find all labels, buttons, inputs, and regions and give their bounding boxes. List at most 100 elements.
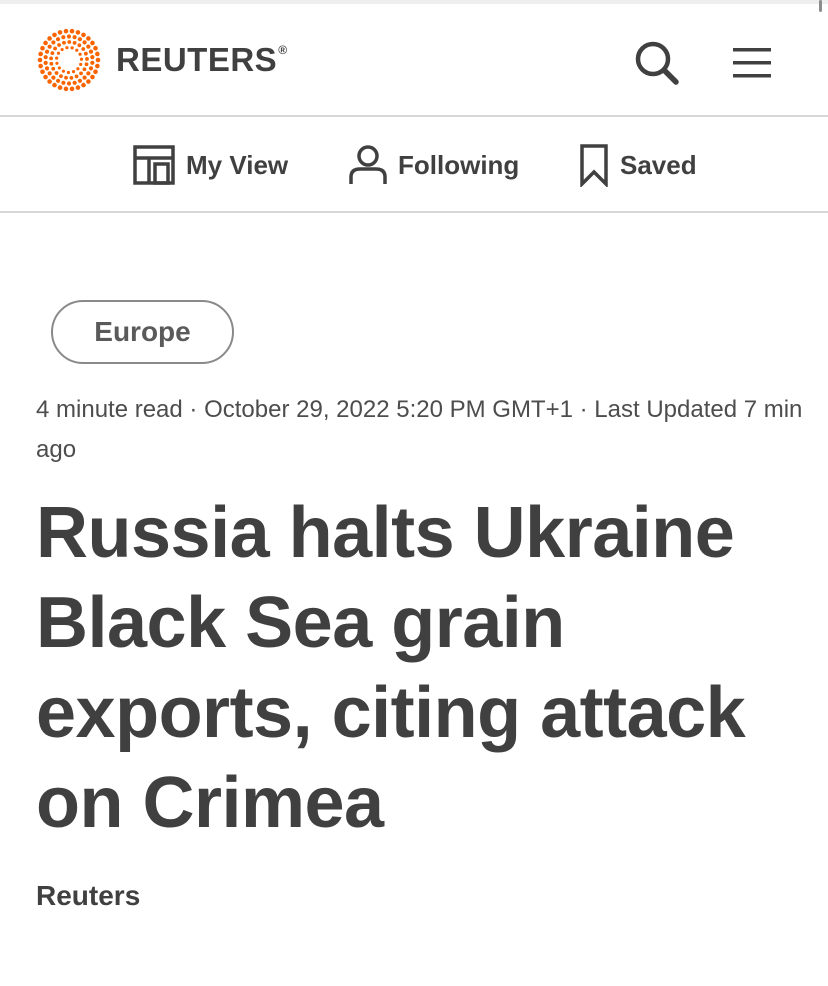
logo-dot: [79, 57, 84, 61]
logo-dot: [40, 45, 45, 51]
logo-dot: [55, 61, 59, 65]
logo-dot: [38, 51, 43, 57]
menu-button[interactable]: [728, 44, 776, 84]
logo-dot: [83, 51, 88, 56]
logo-dot: [47, 36, 52, 41]
logo-dot: [75, 48, 79, 52]
logo-dot: [69, 75, 74, 80]
search-icon: [635, 41, 679, 85]
logo-dot: [53, 46, 57, 51]
reuters-logo[interactable]: REUTERS®: [36, 28, 288, 92]
logo-dot: [43, 60, 48, 65]
logo-dot: [60, 47, 64, 52]
logo-dot: [51, 66, 56, 71]
logo-dot: [82, 67, 87, 72]
logo-dot: [95, 57, 101, 63]
logo-dot: [66, 70, 71, 75]
logo-dot: [44, 49, 50, 54]
logo-dot: [65, 46, 69, 50]
logo-dot: [86, 71, 91, 76]
article-meta: 4 minute read · October 29, 2022 5:20 PM…: [36, 390, 806, 470]
logo-dot: [86, 36, 91, 41]
logo-dot: [82, 40, 87, 45]
logo-dot: [90, 74, 95, 80]
published-date: October 29, 2022 5:20 PM GMT+1: [204, 396, 573, 423]
logo-dot: [52, 82, 57, 88]
logo-dot: [86, 44, 91, 49]
logo-dot: [43, 74, 48, 80]
logo-dot: [69, 86, 75, 92]
person-icon: [349, 145, 387, 184]
logo-dot: [66, 81, 72, 86]
article-byline[interactable]: Reuters: [36, 880, 140, 912]
logo-dot: [78, 52, 82, 56]
nav-my-view-label: My View: [186, 149, 289, 180]
nav-following-label: Following: [398, 149, 520, 180]
logo-dot: [59, 74, 63, 78]
logo-dot: [64, 75, 68, 80]
logo-dot: [71, 70, 76, 74]
logo-dot: [90, 55, 95, 60]
search-button[interactable]: [632, 38, 682, 88]
logo-dot: [93, 45, 98, 51]
logo-dot: [63, 28, 69, 34]
logo-dot: [55, 37, 61, 42]
logo-dot: [95, 51, 100, 57]
logo-dot: [44, 66, 50, 71]
logo-dot: [69, 28, 75, 34]
logo-dot: [93, 69, 98, 75]
logo-dot: [82, 75, 87, 80]
logo-dot: [72, 35, 77, 40]
logo-dot: [95, 63, 100, 69]
hamburger-menu-icon: [733, 48, 771, 78]
logo-dot: [40, 69, 45, 75]
nav-saved[interactable]: Saved: [578, 143, 697, 187]
nav-saved-label: Saved: [620, 149, 697, 180]
logo-dot: [37, 57, 43, 63]
read-time: 4 minute read: [36, 396, 183, 423]
logo-dot: [47, 44, 52, 49]
logo-dot: [85, 57, 89, 61]
logo-dot: [86, 79, 91, 84]
logo-dot: [54, 71, 59, 75]
logo-dot: [61, 80, 66, 85]
logo-dot: [61, 69, 65, 73]
logo-dot: [81, 47, 86, 51]
logo-dot: [67, 40, 72, 44]
reuters-logo-icon: [37, 28, 101, 92]
logo-dot: [75, 85, 81, 90]
logo-dot: [81, 82, 86, 88]
logo-dot: [76, 67, 80, 71]
logo-dot: [77, 43, 82, 48]
layout-icon: [133, 145, 175, 185]
logo-dot: [43, 55, 48, 60]
logo-dot: [38, 63, 43, 69]
logo-dot: [63, 86, 69, 92]
logo-dot: [47, 79, 52, 84]
logo-dot: [77, 78, 83, 83]
logo-dot: [52, 32, 57, 38]
logo-dot: [72, 40, 77, 45]
logo-dot: [57, 66, 61, 70]
logo-dot: [57, 43, 61, 47]
logo-dot: [49, 61, 54, 66]
bookmark-icon: [580, 144, 608, 187]
logo-dot: [55, 56, 59, 60]
logo-dot: [88, 49, 94, 54]
meta-separator: ·: [572, 396, 595, 423]
meta-separator: ·: [182, 396, 205, 423]
section-tag[interactable]: Europe: [51, 300, 234, 364]
logo-dot: [51, 75, 56, 80]
logo-dot: [49, 56, 53, 61]
logo-dot: [66, 34, 72, 39]
logo-dot: [90, 40, 95, 46]
nav-my-view[interactable]: My View: [132, 143, 288, 187]
logo-dot: [70, 46, 74, 50]
logo-dot: [90, 60, 95, 65]
logo-dot: [56, 51, 61, 55]
nav-following[interactable]: Following: [348, 143, 519, 187]
logo-dot: [57, 30, 63, 35]
logo-dot: [79, 71, 83, 76]
logo-dot: [84, 62, 89, 67]
site-header: REUTERS®: [0, 4, 828, 117]
